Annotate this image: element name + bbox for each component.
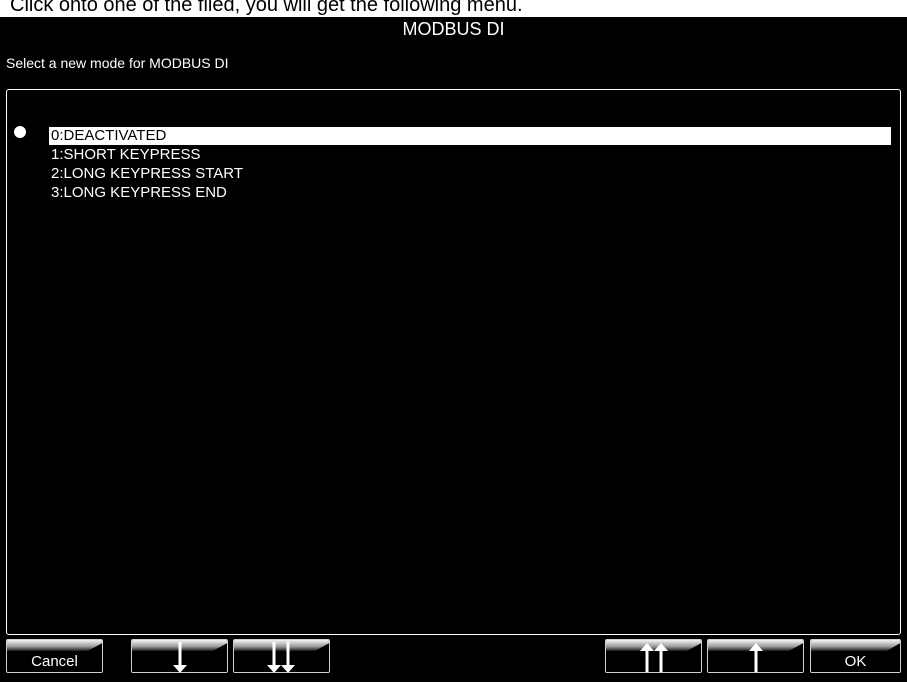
list-item[interactable]: 0:DEACTIVATED bbox=[49, 127, 891, 145]
page-up-button[interactable] bbox=[605, 639, 702, 673]
mode-list: 0:DEACTIVATED 1:SHORT KEYPRESS 2:LONG KE… bbox=[6, 89, 901, 635]
ok-button-label: OK bbox=[844, 653, 867, 670]
device-screen: MODBUS DI Select a new mode for MODBUS D… bbox=[0, 17, 907, 682]
double-arrow-down-icon bbox=[267, 642, 295, 672]
cancel-button-label: Cancel bbox=[31, 653, 78, 670]
cancel-button[interactable]: Cancel bbox=[6, 639, 103, 673]
scroll-down-button[interactable] bbox=[131, 639, 228, 673]
ok-button[interactable]: OK bbox=[810, 639, 901, 673]
dialog-title: MODBUS DI bbox=[402, 19, 505, 39]
arrow-up-icon bbox=[749, 643, 763, 672]
list-item[interactable]: 2:LONG KEYPRESS START bbox=[49, 165, 243, 183]
arrow-down-icon bbox=[173, 642, 187, 672]
list-item[interactable]: 3:LONG KEYPRESS END bbox=[49, 184, 227, 202]
scroll-up-button[interactable] bbox=[707, 639, 804, 673]
list-item[interactable]: 1:SHORT KEYPRESS bbox=[49, 146, 201, 164]
dialog-prompt: Select a new mode for MODBUS DI bbox=[6, 55, 229, 71]
selection-bullet-icon bbox=[14, 126, 26, 138]
page-down-button[interactable] bbox=[233, 639, 330, 673]
double-arrow-up-icon bbox=[640, 643, 668, 672]
caption-text: Click onto one of the filed, you will ge… bbox=[10, 0, 523, 16]
